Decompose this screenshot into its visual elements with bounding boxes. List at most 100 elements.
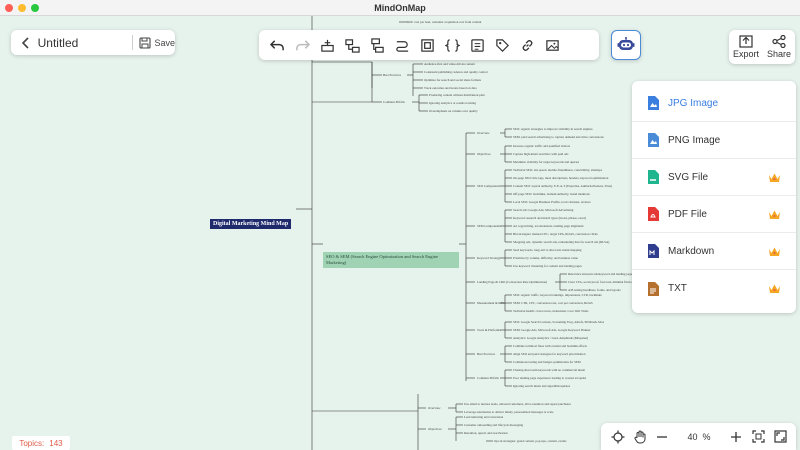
leaf-topic[interactable]: Search ads: Google Ads, Microsoft Advert… xyxy=(513,208,573,212)
tag-button[interactable] xyxy=(490,33,514,57)
leaf-topic[interactable]: Off-page SEO: backlinks, domain authorit… xyxy=(513,192,590,196)
leaf-topic[interactable]: Ignoring search intent and algorithm upd… xyxy=(513,384,570,388)
export-svg-item[interactable]: SVG File xyxy=(632,159,796,196)
group-topic[interactable]: Measurement & KPIs xyxy=(477,301,505,305)
leaf-topic[interactable]: SEO: organic strategies to improve visib… xyxy=(513,127,593,131)
undo-button[interactable] xyxy=(265,33,289,57)
leaf-topic[interactable]: Combine technical fixes with content and… xyxy=(513,344,587,348)
robot-icon xyxy=(617,37,635,50)
leaf-topic[interactable]: Track outcomes and iterate based on data xyxy=(424,86,477,90)
leaf-topic[interactable]: Use email to nurture leads, onboard cust… xyxy=(464,402,571,406)
group-topic[interactable]: Keyword Strategy xyxy=(477,256,500,260)
leaf-topic[interactable]: Relevance between ads/keyword and landin… xyxy=(568,272,632,276)
leaf-topic[interactable]: SEM: CTR, CPC, conversion rate, cost per… xyxy=(513,301,593,305)
zoom-out-button[interactable] xyxy=(651,426,673,448)
leaf-topic[interactable]: Leverage automation to deliver timely, p… xyxy=(464,410,553,414)
leaf-topic[interactable]: Prioritize by volume, difficulty, and bu… xyxy=(513,256,578,260)
pan-hand-button[interactable] xyxy=(629,426,651,448)
insert-topic-button[interactable] xyxy=(315,33,339,57)
leaf-topic[interactable]: Lead nurturing and conversion xyxy=(464,415,503,419)
group-topic[interactable]: Objectives xyxy=(477,152,491,156)
leaf-topic[interactable]: Ignoring analytics or results tracking xyxy=(429,101,476,105)
leaf-topic[interactable]: Increase organic traffic and qualified v… xyxy=(513,144,570,148)
export-png-item[interactable]: PNG Image xyxy=(632,122,796,159)
leaf-topic[interactable]: Optimize for search and social share for… xyxy=(424,78,481,82)
file-name-field[interactable]: Untitled xyxy=(38,36,132,50)
leaf-topic[interactable]: Use keyword clustering for content and l… xyxy=(513,264,582,268)
leaf-topic[interactable]: Shopping ads, dynamic search ads, remark… xyxy=(513,240,609,244)
leaf-topic[interactable]: Producing content without distribution p… xyxy=(429,93,485,97)
group-topic[interactable]: SEO Components xyxy=(477,184,500,188)
ai-assistant-button[interactable] xyxy=(611,30,641,60)
undo-icon xyxy=(269,39,284,50)
group-topic[interactable]: Common Pitfalls xyxy=(383,100,405,104)
back-button[interactable] xyxy=(17,34,35,52)
export-txt-item[interactable]: TXT xyxy=(632,270,796,307)
leaf-topic[interactable]: Content SEO: topical authority, E-E-A-T … xyxy=(513,184,612,188)
leaf-topic[interactable]: SEO: Google Search Console, Screaming Fr… xyxy=(513,320,604,324)
share-button[interactable]: Share xyxy=(767,35,791,59)
outline-frame-button[interactable] xyxy=(415,33,439,57)
leaf-topic[interactable]: SEO: organic traffic, keyword rankings, … xyxy=(513,293,602,297)
leaf-topic[interactable]: Opt-in strategies: gated content, pop-up… xyxy=(494,439,567,443)
leaf-topic[interactable]: SEM: Google Ads, Microsoft Ads, Google K… xyxy=(513,328,590,332)
group-topic[interactable]: SEM Components xyxy=(477,224,500,228)
leaf-topic[interactable]: On-page SEO: title tags, meta descriptio… xyxy=(513,176,608,180)
leaf-topic[interactable]: Technical health: crawl errors, indexati… xyxy=(513,309,588,313)
leaf-topic[interactable]: Customer onboarding and lifecycle messag… xyxy=(464,423,523,427)
root-topic-node[interactable]: Digital Marketing Mind Map xyxy=(210,219,292,229)
leaf-topic[interactable]: Retention, upsell, and reactivation xyxy=(464,431,508,435)
export-markdown-item[interactable]: Markdown xyxy=(632,233,796,270)
redo-button[interactable] xyxy=(290,33,314,57)
leaf-topic[interactable]: Technical SEO: site speed, mobile-friend… xyxy=(513,168,602,172)
leaf-topic[interactable]: Consistent publishing cadence and qualit… xyxy=(424,70,488,74)
subtopic-button[interactable] xyxy=(340,33,364,57)
image-button[interactable] xyxy=(540,33,564,57)
leaf-topic[interactable]: ROI: cost per lead, customer acquisition… xyxy=(407,20,481,24)
export-jpg-item[interactable]: JPG Image xyxy=(632,85,796,122)
leaf-topic[interactable]: Ad copywriting, ad extensions, landing p… xyxy=(513,224,583,228)
leaf-topic[interactable]: SEM: paid search advertising to capture … xyxy=(513,135,604,139)
group-topic[interactable]: Landing Page & CRO (Conversion Rate Opti… xyxy=(477,280,547,284)
summary-brace-button[interactable] xyxy=(440,33,464,57)
group-topic[interactable]: Common Pitfalls xyxy=(477,376,499,380)
group-topic[interactable]: Overview xyxy=(428,406,441,410)
leaf-topic[interactable]: Overemphasis on volume over quality xyxy=(429,109,478,113)
child-node-button[interactable] xyxy=(365,33,389,57)
leaf-topic[interactable]: Chasing short-term keywords with no comm… xyxy=(513,368,585,372)
zoom-in-button[interactable] xyxy=(725,426,747,448)
save-button[interactable]: Save xyxy=(138,36,175,49)
leaf-topic[interactable]: Audience-first and value-driven content xyxy=(424,62,475,66)
leaf-topic[interactable]: Poor landing page experience leading to … xyxy=(513,376,586,380)
leaf-topic[interactable]: Seed keywords, long-tail vs short-tail, … xyxy=(513,248,582,252)
leaf-topic[interactable]: Analytics: Google Analytics / GA4, Ampli… xyxy=(513,336,588,340)
group-topic[interactable]: Overview xyxy=(477,131,490,135)
group-topic[interactable]: Tools & Platforms xyxy=(477,328,501,332)
leaf-topic[interactable]: Maximize visibility for target keywords … xyxy=(513,160,579,164)
leaf-topic[interactable]: Continuous testing and budget optimizati… xyxy=(513,360,581,364)
locate-button[interactable] xyxy=(607,426,629,448)
group-topic[interactable]: Best Practices xyxy=(383,73,401,77)
leaf-topic[interactable]: Capture high-intent searchers with paid … xyxy=(513,152,568,156)
leaf-topic[interactable]: Keyword research and match types (broad,… xyxy=(513,216,586,220)
fit-to-screen-button[interactable] xyxy=(747,426,769,448)
export-button[interactable]: Export xyxy=(733,35,759,59)
close-window-button[interactable] xyxy=(5,4,13,12)
group-topic[interactable]: Best Practices xyxy=(477,352,495,356)
maximize-window-button[interactable] xyxy=(31,4,39,12)
relation-line-button[interactable] xyxy=(390,33,414,57)
leaf-topic[interactable]: Local SEO: Google Business Profile, loca… xyxy=(513,200,591,204)
fullscreen-button[interactable] xyxy=(769,426,791,448)
link-button[interactable] xyxy=(515,33,539,57)
minimize-window-button[interactable] xyxy=(18,4,26,12)
leaf-topic[interactable]: Clear CTA, social proof, fast load, mini… xyxy=(568,280,633,284)
note-button[interactable] xyxy=(465,33,489,57)
leaf-topic[interactable]: Bid strategies: manual CPC, target CPA, … xyxy=(513,232,598,236)
seo-sem-topic-node[interactable]: SEO & SEM (Search Engine Optimization an… xyxy=(323,252,459,268)
leaf-topic[interactable]: Align SEO and paid strategies for keywor… xyxy=(513,352,586,356)
group-topic[interactable]: Objectives xyxy=(428,427,442,431)
leaf-topic[interactable]: A/B testing headlines, forms, and layout… xyxy=(568,288,621,292)
tag-icon xyxy=(495,38,509,52)
export-png-label: PNG Image xyxy=(668,134,721,146)
export-pdf-item[interactable]: PDF File xyxy=(632,196,796,233)
